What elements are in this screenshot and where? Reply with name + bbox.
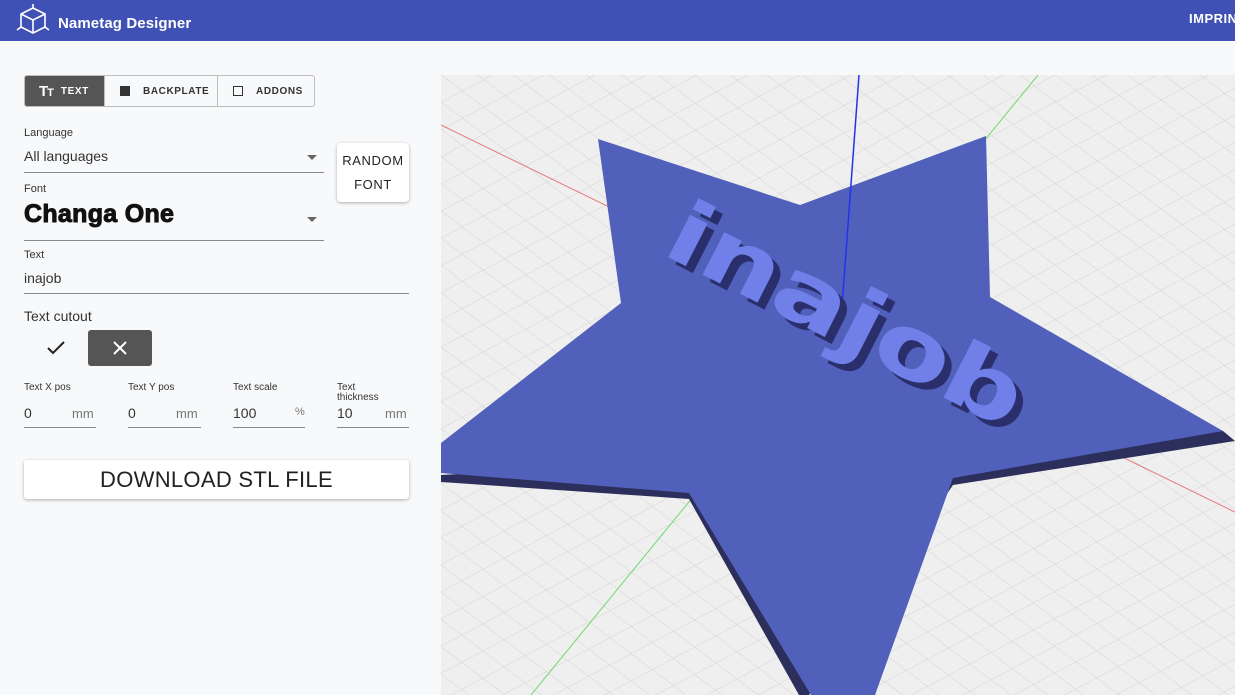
font-select[interactable]: Changa One xyxy=(23,200,174,229)
check-icon xyxy=(47,341,65,355)
language-underline xyxy=(24,172,324,173)
app-bar: Nametag Designer IMPRINT xyxy=(0,0,1235,41)
tab-backplate-label: BACKPLATE xyxy=(143,85,210,97)
text-scale-unit: % xyxy=(295,406,305,418)
text-thickness-input[interactable]: 10 xyxy=(337,405,353,421)
3d-scene[interactable]: inajob inajob xyxy=(441,75,1235,695)
app-title: Nametag Designer xyxy=(58,15,192,32)
text-x-pos-unit: mm xyxy=(72,406,94,421)
imprint-link[interactable]: IMPRINT xyxy=(1189,11,1235,26)
text-thickness-underline xyxy=(337,427,409,428)
text-thickness-label: Text thickness xyxy=(337,382,379,403)
font-underline xyxy=(24,240,324,241)
download-stl-button[interactable]: DOWNLOAD STL FILE xyxy=(24,460,409,499)
language-label: Language xyxy=(24,127,73,139)
text-cutout-toggle xyxy=(24,330,152,366)
text-underline xyxy=(24,293,409,294)
text-x-pos-input[interactable]: 0 xyxy=(24,405,32,421)
random-font-label-1: RANDOM xyxy=(342,152,404,168)
3d-preview-viewport[interactable]: inajob inajob xyxy=(441,75,1235,695)
text-thickness-unit: mm xyxy=(385,406,407,421)
settings-panel: TT TEXT BACKPLATE ADDONS Language All la… xyxy=(0,41,441,695)
text-y-pos-input[interactable]: 0 xyxy=(128,405,136,421)
text-y-pos-unit: mm xyxy=(176,406,198,421)
tab-text-label: TEXT xyxy=(60,85,89,97)
text-format-icon: TT xyxy=(39,82,54,100)
cutout-off-button[interactable] xyxy=(88,330,152,366)
text-x-pos-label: Text X pos xyxy=(24,382,71,393)
text-input[interactable]: inajob xyxy=(24,270,61,286)
random-font-button[interactable]: RANDOM FONT xyxy=(337,143,409,202)
close-icon xyxy=(113,341,127,355)
text-cutout-label: Text cutout xyxy=(24,308,92,324)
cutout-on-button[interactable] xyxy=(24,330,88,366)
language-select[interactable]: All languages xyxy=(24,148,108,164)
cube-logo-icon[interactable] xyxy=(16,3,50,37)
outline-square-icon xyxy=(233,86,243,96)
text-label: Text xyxy=(24,249,45,261)
tab-addons[interactable]: ADDONS xyxy=(218,76,314,106)
font-label: Font xyxy=(24,183,47,195)
tab-text[interactable]: TT TEXT xyxy=(25,76,105,106)
section-tabs: TT TEXT BACKPLATE ADDONS xyxy=(24,75,315,107)
text-y-pos-underline xyxy=(128,427,201,428)
chevron-down-icon[interactable] xyxy=(307,155,317,160)
text-scale-underline xyxy=(233,427,305,428)
random-font-label-2: FONT xyxy=(354,176,392,192)
tab-backplate[interactable]: BACKPLATE xyxy=(105,76,218,106)
filled-square-icon xyxy=(120,86,130,96)
text-x-pos-underline xyxy=(24,427,96,428)
chevron-down-icon[interactable] xyxy=(307,217,317,222)
tab-addons-label: ADDONS xyxy=(256,85,303,97)
text-scale-input[interactable]: 100 xyxy=(233,405,256,421)
text-y-pos-label: Text Y pos xyxy=(128,382,175,393)
text-scale-label: Text scale xyxy=(233,382,278,393)
